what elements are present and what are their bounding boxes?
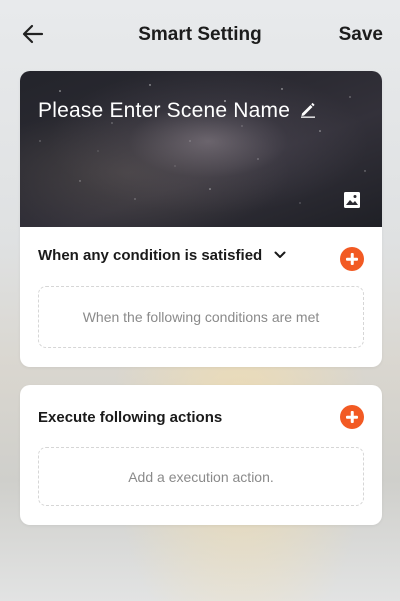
actions-card: Execute following actions Add a executio… <box>20 385 382 525</box>
condition-selector[interactable]: When any condition is satisfied <box>38 247 286 264</box>
actions-heading: Execute following actions <box>38 409 223 426</box>
actions-empty-text: Add a execution action. <box>128 468 274 485</box>
pencil-icon <box>301 102 315 118</box>
starfield-background <box>39 84 366 204</box>
header: Smart Setting Save <box>0 0 400 70</box>
conditions-empty-text: When the following conditions are met <box>82 309 320 325</box>
add-condition-button[interactable] <box>340 247 364 271</box>
scene-card: Please Enter Scene Name When any conditi… <box>20 71 382 367</box>
change-background-button[interactable] <box>343 191 361 209</box>
scene-banner[interactable]: Please Enter Scene Name <box>20 71 382 227</box>
edit-name-button[interactable] <box>299 100 317 118</box>
condition-heading: When any condition is satisfied <box>38 247 263 264</box>
actions-placeholder[interactable]: Add a execution action. <box>38 447 364 506</box>
conditions-placeholder[interactable]: When the following conditions are met <box>38 286 364 348</box>
chevron-down-icon <box>274 251 286 258</box>
scene-name-field[interactable]: Please Enter Scene Name <box>38 99 290 123</box>
add-action-button[interactable] <box>340 405 364 429</box>
save-button[interactable]: Save <box>339 24 383 46</box>
smart-setting-page: Smart Setting Save Please Enter Scene Na… <box>0 0 400 601</box>
image-icon <box>344 192 360 208</box>
